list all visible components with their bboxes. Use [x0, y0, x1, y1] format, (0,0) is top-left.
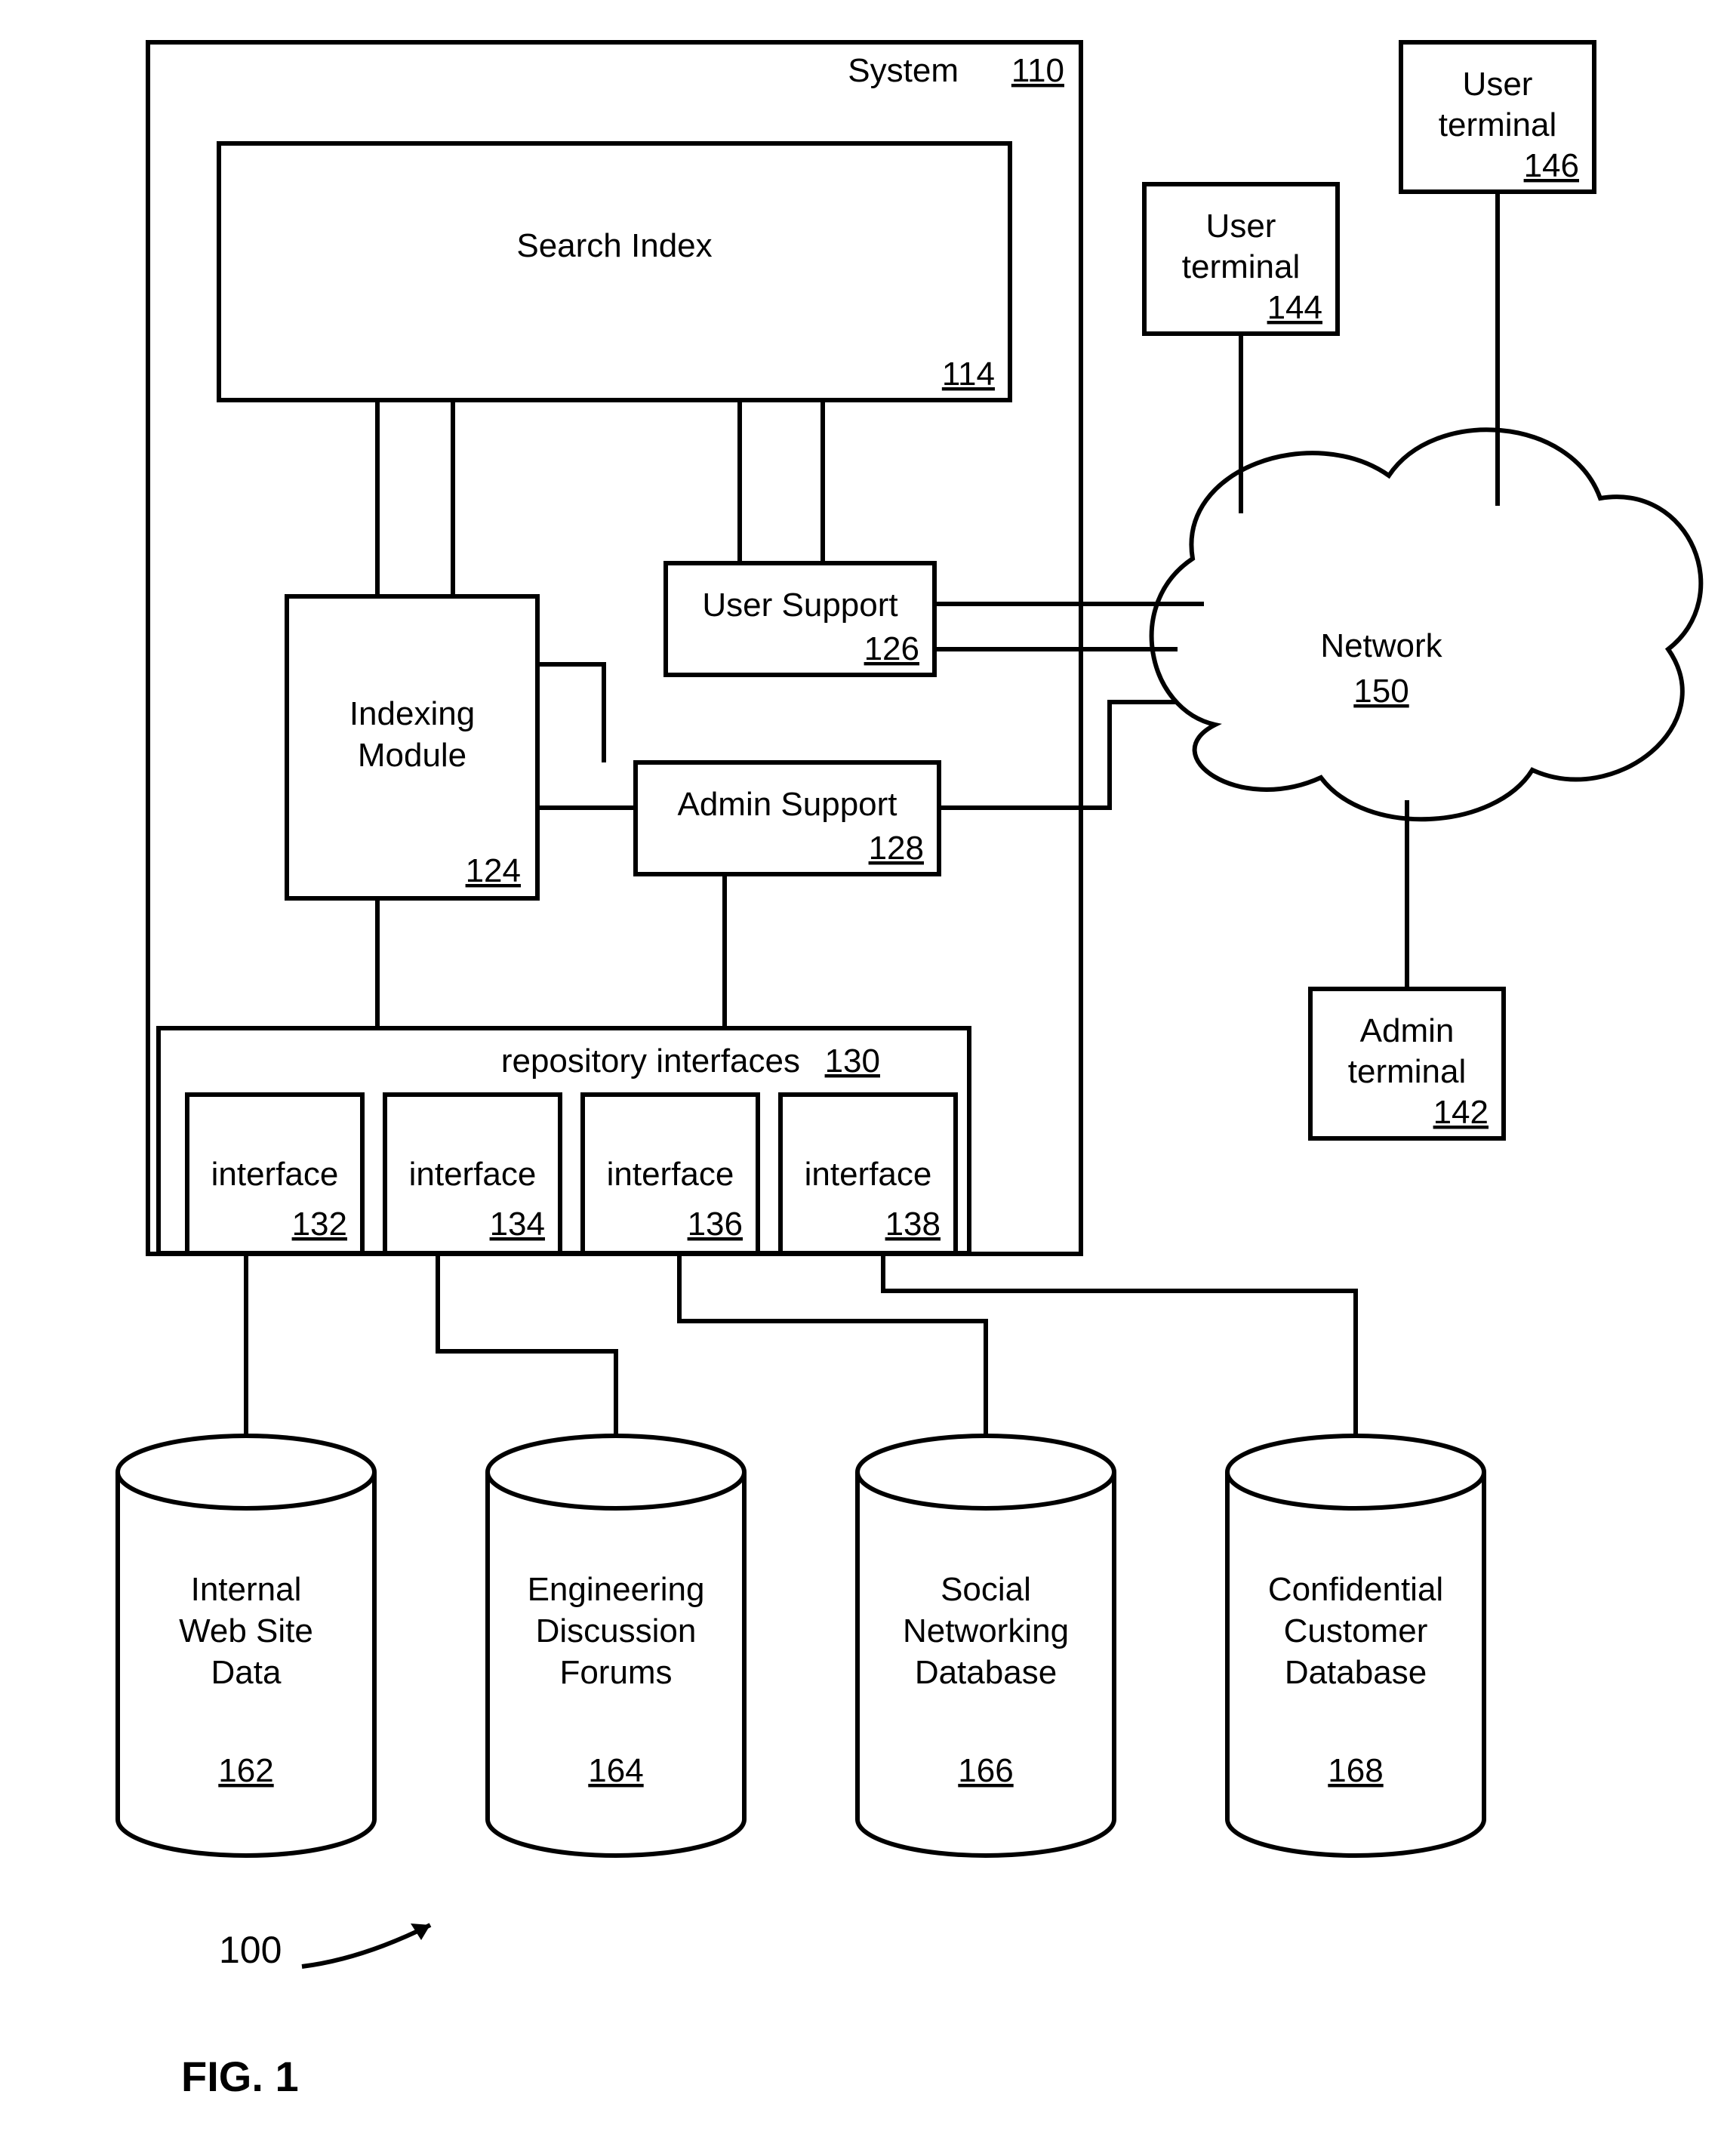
- repo-interfaces-label: repository interfaces: [501, 1043, 800, 1080]
- indexing-module-ref: 124: [466, 852, 521, 889]
- connector: [438, 1254, 616, 1438]
- interface-3-ref: 136: [688, 1206, 743, 1243]
- db-166: Social Networking Database 166: [857, 1436, 1114, 1856]
- user-terminal-2-ref: 146: [1524, 147, 1579, 184]
- svg-text:Confidential: Confidential: [1268, 1571, 1443, 1608]
- user-support-label: User Support: [702, 587, 897, 624]
- svg-text:Database: Database: [1285, 1654, 1427, 1691]
- connector: [537, 664, 604, 762]
- interface-3-label: interface: [607, 1156, 734, 1193]
- user-terminal-1-label-2: terminal: [1182, 248, 1301, 285]
- network-label: Network: [1320, 627, 1442, 664]
- search-index-box: [219, 143, 1010, 400]
- interface-1-label: interface: [211, 1156, 339, 1193]
- network-ref: 150: [1353, 673, 1409, 710]
- db-162: Internal Web Site Data 162: [118, 1436, 374, 1856]
- arrow-icon: [302, 1925, 430, 1967]
- repo-interfaces-ref: 130: [825, 1043, 880, 1080]
- interface-2-label: interface: [409, 1156, 537, 1193]
- system-ref: 110: [1011, 52, 1064, 89]
- svg-text:Forums: Forums: [559, 1654, 672, 1691]
- admin-support-label: Admin Support: [677, 786, 897, 823]
- svg-text:Discussion: Discussion: [536, 1612, 697, 1649]
- figure-caption: FIG. 1: [181, 2053, 299, 2100]
- connector: [679, 1254, 986, 1438]
- svg-text:164: 164: [588, 1752, 643, 1789]
- user-terminal-1-ref: 144: [1267, 289, 1322, 326]
- connector: [883, 1254, 1356, 1438]
- interface-4-ref: 138: [885, 1206, 941, 1243]
- search-index-ref: 114: [942, 356, 995, 393]
- indexing-module-label-1: Indexing: [349, 695, 475, 732]
- indexing-module-label-2: Module: [358, 737, 466, 774]
- svg-text:Data: Data: [211, 1654, 282, 1691]
- svg-text:Web Site: Web Site: [179, 1612, 313, 1649]
- user-terminal-2-label-2: terminal: [1439, 106, 1557, 143]
- admin-terminal-label-1: Admin: [1360, 1012, 1455, 1049]
- svg-text:Internal: Internal: [191, 1571, 302, 1608]
- interface-2-ref: 134: [490, 1206, 545, 1243]
- admin-terminal-label-2: terminal: [1348, 1053, 1467, 1090]
- svg-text:Networking: Networking: [903, 1612, 1069, 1649]
- connector: [939, 702, 1178, 808]
- svg-text:Customer: Customer: [1284, 1612, 1428, 1649]
- network-cloud: [1152, 430, 1701, 819]
- user-support-ref: 126: [864, 630, 919, 667]
- svg-text:Engineering: Engineering: [528, 1571, 705, 1608]
- db-164: Engineering Discussion Forums 164: [488, 1436, 744, 1856]
- svg-text:Social: Social: [941, 1571, 1031, 1608]
- user-terminal-1-label-1: User: [1206, 208, 1276, 245]
- system-label: System: [848, 52, 959, 89]
- db-168: Confidential Customer Database 168: [1227, 1436, 1484, 1856]
- svg-text:Database: Database: [915, 1654, 1057, 1691]
- figure-number: 100: [219, 1929, 282, 1971]
- search-index-label: Search Index: [516, 227, 712, 264]
- user-terminal-2-label-1: User: [1463, 66, 1533, 103]
- diagram-canvas: System 110 Search Index 114 Indexing Mod…: [0, 0, 1721, 2156]
- admin-terminal-ref: 142: [1433, 1094, 1489, 1131]
- svg-text:168: 168: [1328, 1752, 1383, 1789]
- svg-text:162: 162: [218, 1752, 273, 1789]
- interface-1-ref: 132: [292, 1206, 347, 1243]
- admin-support-ref: 128: [869, 830, 924, 867]
- svg-text:166: 166: [958, 1752, 1013, 1789]
- interface-4-label: interface: [805, 1156, 932, 1193]
